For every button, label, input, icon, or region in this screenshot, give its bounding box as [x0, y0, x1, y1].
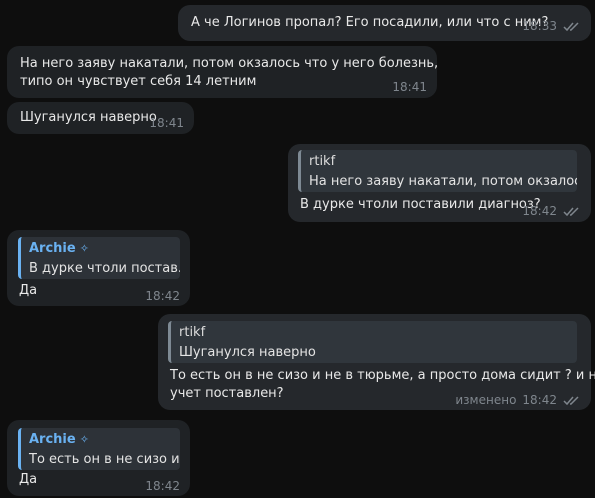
sparkle-star-icon: ✧ — [79, 433, 89, 446]
message-text: Да — [19, 283, 38, 298]
message-time: 18:42 — [522, 204, 557, 218]
double-check-icon — [563, 21, 581, 32]
message-text-line: То есть он в не сизо и не в тюрьме, а пр… — [170, 368, 595, 383]
message-bubble-outgoing[interactable]: А че Логинов пропал? Его посадили, или ч… — [178, 5, 591, 41]
message-meta: 18:42 — [145, 477, 180, 496]
reply-quote[interactable]: Archie ✧ В дурке чтоли постав... — [18, 237, 180, 279]
message-meta: изменено 18:42 — [455, 391, 581, 410]
message-bubble-incoming[interactable]: На него заяву накатали, потом окзалось ч… — [7, 46, 439, 98]
message-time: 18:42 — [145, 289, 180, 303]
message-time: 18:42 — [145, 479, 180, 493]
message-text: В дурке чтоли поставили диагноз? — [300, 197, 541, 212]
message-time: 18:41 — [149, 116, 184, 130]
message-text: А че Логинов пропал? Его посадили, или ч… — [191, 15, 549, 30]
message-text: Шуганулся наверно — [20, 110, 157, 125]
double-check-icon — [563, 206, 581, 217]
reply-quote[interactable]: rtikf На него заяву накатали, потом окза… — [298, 150, 577, 192]
double-check-icon — [563, 395, 581, 406]
message-text-line: типо он чувствует себя 14 летним — [20, 74, 257, 89]
message-bubble-outgoing[interactable]: rtikf Шуганулся наверно То есть он в не … — [158, 314, 595, 410]
reply-author: Archie ✧ — [29, 432, 89, 447]
edited-label: изменено — [455, 393, 517, 407]
message-meta: 18:41 — [392, 78, 427, 97]
sparkle-star-icon: ✧ — [79, 242, 89, 255]
reply-author: Archie ✧ — [29, 241, 89, 256]
message-bubble-outgoing[interactable]: rtikf На него заяву накатали, потом окза… — [288, 144, 591, 222]
message-text: Да — [19, 472, 38, 487]
reply-text: В дурке чтоли постав... — [29, 261, 180, 276]
message-meta: 18:42 — [522, 202, 581, 221]
reply-quote[interactable]: Archie ✧ То есть он в не сизо и... — [18, 428, 180, 470]
reply-text: То есть он в не сизо и... — [29, 452, 180, 467]
message-text-line: учет поставлен? — [170, 386, 284, 401]
reply-author: rtikf — [179, 325, 206, 340]
message-meta: 18:42 — [145, 287, 180, 306]
message-text-line: На него заяву накатали, потом окзалось ч… — [20, 56, 439, 71]
message-bubble-incoming[interactable]: Archie ✧ То есть он в не сизо и... Да 18:… — [7, 420, 190, 496]
message-meta: 18:33 — [522, 17, 581, 36]
message-time: 18:41 — [392, 80, 427, 94]
reply-text: Шуганулся наверно — [179, 345, 316, 360]
reply-quote[interactable]: rtikf Шуганулся наверно — [168, 321, 577, 363]
message-time: 18:42 — [522, 393, 557, 407]
message-time: 18:33 — [522, 19, 557, 33]
message-meta: 18:41 — [149, 114, 184, 133]
reply-text: На него заяву накатали, потом окзалось..… — [309, 174, 577, 189]
reply-author: rtikf — [309, 154, 336, 169]
message-bubble-incoming[interactable]: Archie ✧ В дурке чтоли постав... Да 18:42 — [7, 230, 190, 306]
message-bubble-incoming[interactable]: Шуганулся наверно 18:41 — [7, 102, 194, 134]
